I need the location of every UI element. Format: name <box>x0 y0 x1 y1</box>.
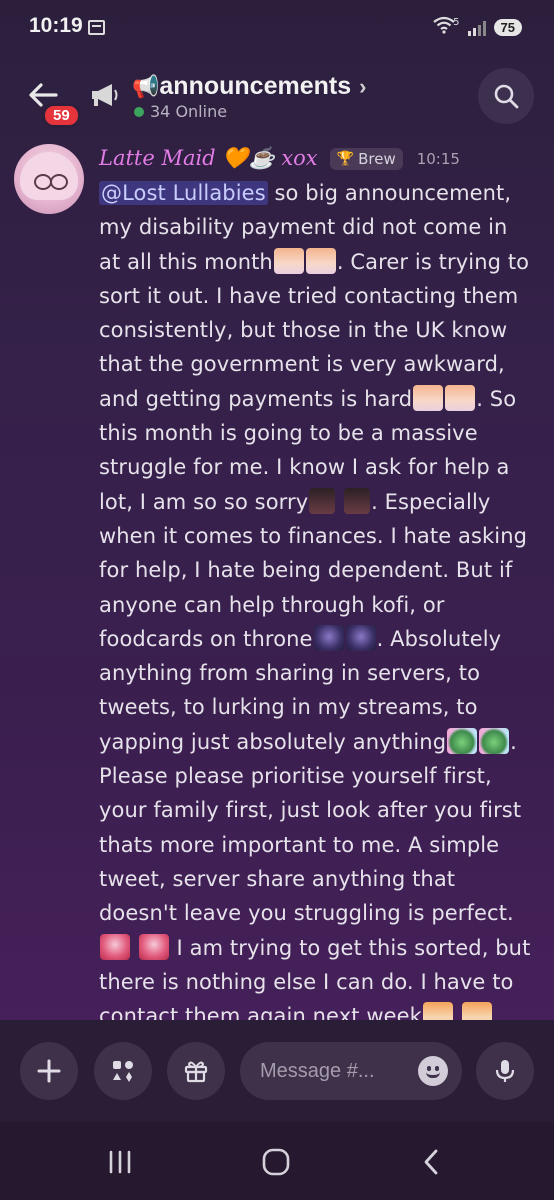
back-icon[interactable] <box>416 1144 446 1180</box>
channel-header: 59 📢announcements › 34 Online <box>0 60 554 136</box>
ghost-emoji <box>479 727 510 754</box>
search-icon <box>494 84 519 109</box>
unread-badge: 59 <box>42 103 81 128</box>
server-tag-label: Brew <box>358 149 396 168</box>
online-count: 34 Online <box>134 102 227 121</box>
message-placeholder: Message #... <box>260 1059 375 1082</box>
message-text-6: . Please please prioritise yourself firs… <box>99 729 522 926</box>
message-timestamp: 10:15 <box>416 149 460 168</box>
status-icons: 5 75 <box>433 16 522 39</box>
wifi-icon <box>433 16 455 39</box>
voice-message-button[interactable] <box>476 1042 534 1100</box>
message-header: Latte Maid 🧡☕ xox 🏆 Brew 10:15 <box>99 146 460 171</box>
plus-icon <box>37 1059 61 1083</box>
megaphone-emoji: 📢 <box>132 74 160 99</box>
online-status-dot <box>134 106 144 117</box>
dark-face-emoji <box>345 624 376 651</box>
mic-icon <box>495 1060 515 1082</box>
wifi-label: 5 <box>453 17 460 28</box>
message-input[interactable]: Message #... <box>240 1042 462 1100</box>
heart-girl-emoji <box>138 933 169 960</box>
battery-indicator: 75 <box>493 19 522 36</box>
dark-face-emoji <box>313 624 344 651</box>
message-composer: Message #... <box>0 1020 554 1122</box>
emoji-icon[interactable] <box>418 1056 448 1086</box>
message-content: @Lost Lullabies so big announcement, my … <box>99 176 535 1033</box>
boot-emoji <box>344 487 371 514</box>
status-time: 10:19 <box>29 14 83 37</box>
system-nav-bar <box>0 1122 554 1200</box>
author-emojis: 🧡☕ <box>222 146 275 170</box>
announcement-channel-icon <box>90 82 120 115</box>
home-icon[interactable] <box>258 1144 294 1180</box>
heart-girl-emoji <box>100 933 130 960</box>
crying-girl-emoji <box>413 384 444 411</box>
recent-apps-icon[interactable] <box>104 1144 136 1180</box>
apps-button[interactable] <box>94 1042 152 1100</box>
apps-icon <box>113 1061 133 1082</box>
calendar-icon <box>88 20 105 35</box>
boot-emoji <box>309 487 336 514</box>
chevron-right-icon: › <box>359 74 367 99</box>
user-mention[interactable]: @Lost Lullabies <box>99 181 268 205</box>
search-button[interactable] <box>478 68 534 124</box>
gift-icon <box>184 1061 208 1083</box>
server-tag[interactable]: 🏆 Brew <box>329 147 403 170</box>
crying-girl-emoji <box>305 247 336 274</box>
gift-button[interactable] <box>167 1042 225 1100</box>
crying-girl-emoji <box>273 247 304 274</box>
channel-name-text: announcements <box>159 72 352 100</box>
channel-title[interactable]: 📢announcements › <box>132 72 366 101</box>
online-text: 34 Online <box>150 102 228 121</box>
signal-icon <box>467 20 486 36</box>
trophy-icon: 🏆 <box>336 150 355 167</box>
add-attachment-button[interactable] <box>20 1042 78 1100</box>
author-name[interactable]: Latte Maid 🧡☕ xox <box>99 146 318 171</box>
status-bar: 10:19 5 75 <box>0 0 554 60</box>
crying-girl-emoji <box>445 384 476 411</box>
author-avatar[interactable] <box>14 144 84 214</box>
ghost-emoji <box>447 727 478 754</box>
